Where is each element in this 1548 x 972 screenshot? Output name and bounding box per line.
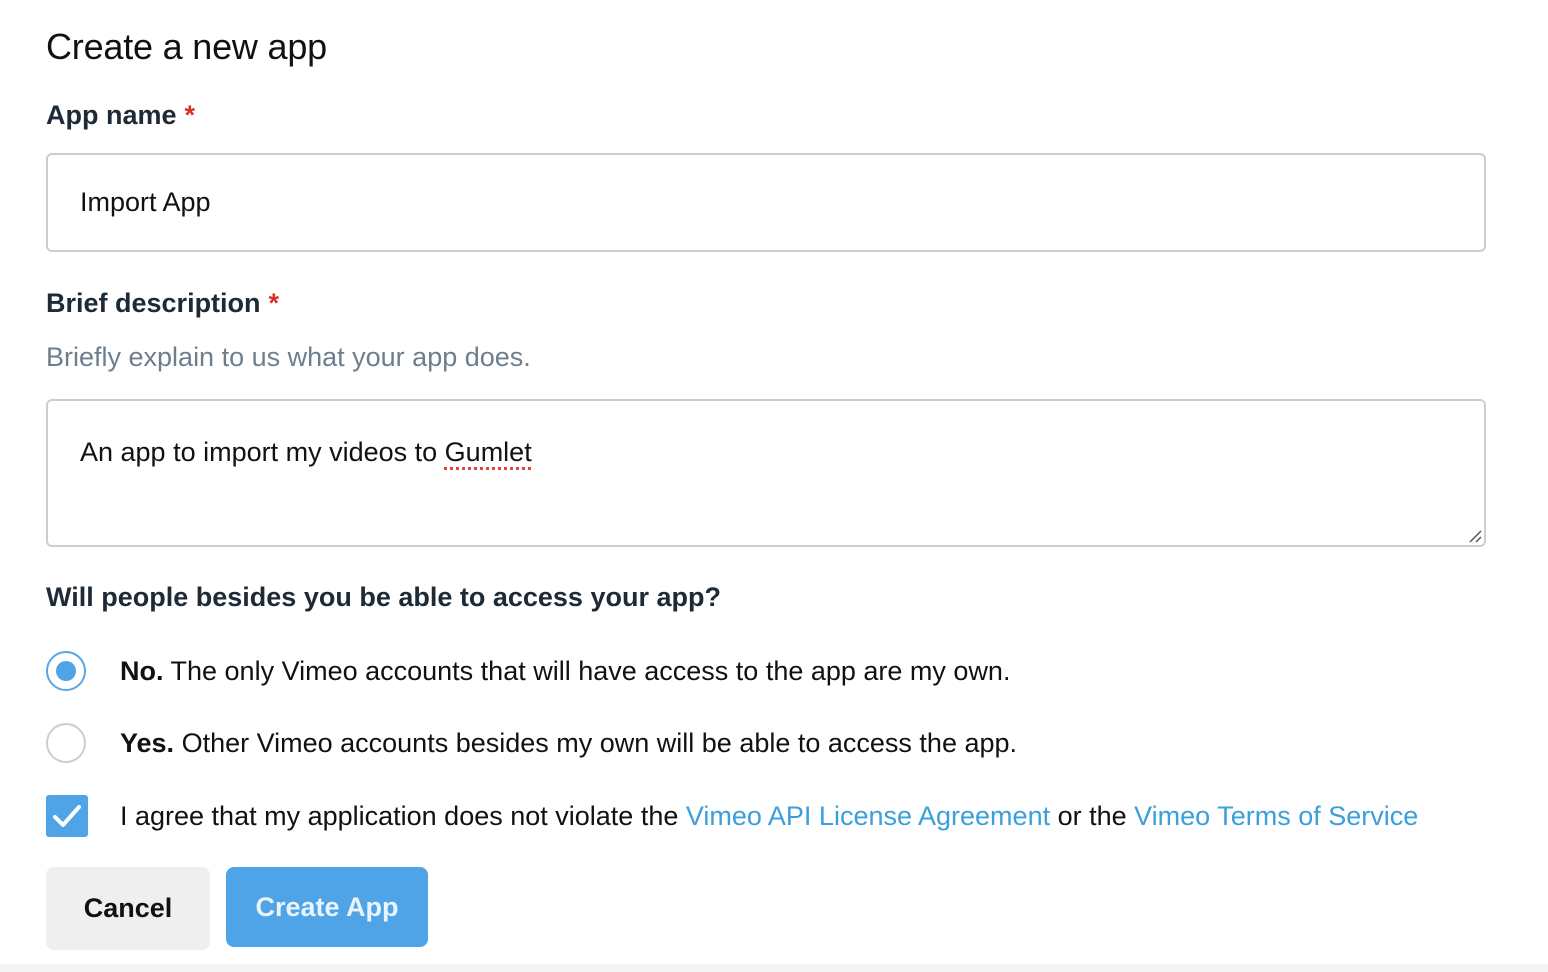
footer-divider [0,964,1548,972]
option-no-text: The only Vimeo accounts that will have a… [163,655,1011,686]
agreement-text-middle: or the [1050,800,1135,831]
access-option-yes[interactable]: Yes. Other Vimeo accounts besides my own… [46,723,1017,763]
description-textarea[interactable]: An app to import my videos to Gumlet [46,399,1486,547]
description-label: Brief description * [46,288,279,319]
radio-no[interactable] [46,651,86,691]
option-yes-text: Other Vimeo accounts besides my own will… [174,727,1018,758]
agreement-text: I agree that my application does not vio… [120,801,1418,832]
option-yes-bold: Yes. [120,727,175,758]
agreement-text-before: I agree that my application does not vio… [120,800,686,831]
radio-yes[interactable] [46,723,86,763]
cancel-button[interactable]: Cancel [46,867,210,950]
resize-handle-icon[interactable] [1466,527,1482,543]
required-marker: * [268,288,280,318]
description-text: An app to import my videos to [80,437,445,467]
page-title: Create a new app [46,26,327,67]
description-label-text: Brief description [46,288,261,318]
access-option-yes-label: Yes. Other Vimeo accounts besides my own… [120,728,1017,759]
access-question: Will people besides you be able to acces… [46,582,721,612]
access-option-no[interactable]: No. The only Vimeo accounts that will ha… [46,651,1010,691]
option-no-bold: No. [120,655,164,686]
required-marker: * [184,100,196,130]
app-name-label: App name * [46,100,195,131]
agreement-checkbox[interactable] [46,795,88,837]
description-help-text: Briefly explain to us what your app does… [46,342,531,372]
create-app-button[interactable]: Create App [226,867,428,947]
checkmark-icon [53,805,81,827]
misspelled-word: Gumlet [444,437,532,467]
terms-of-service-link[interactable]: Vimeo Terms of Service [1134,801,1418,831]
app-name-input[interactable]: Import App [46,153,1486,252]
app-name-label-text: App name [46,100,177,130]
agreement-row: I agree that my application does not vio… [46,795,1418,837]
api-license-link[interactable]: Vimeo API License Agreement [686,801,1050,831]
access-option-no-label: No. The only Vimeo accounts that will ha… [120,656,1010,687]
